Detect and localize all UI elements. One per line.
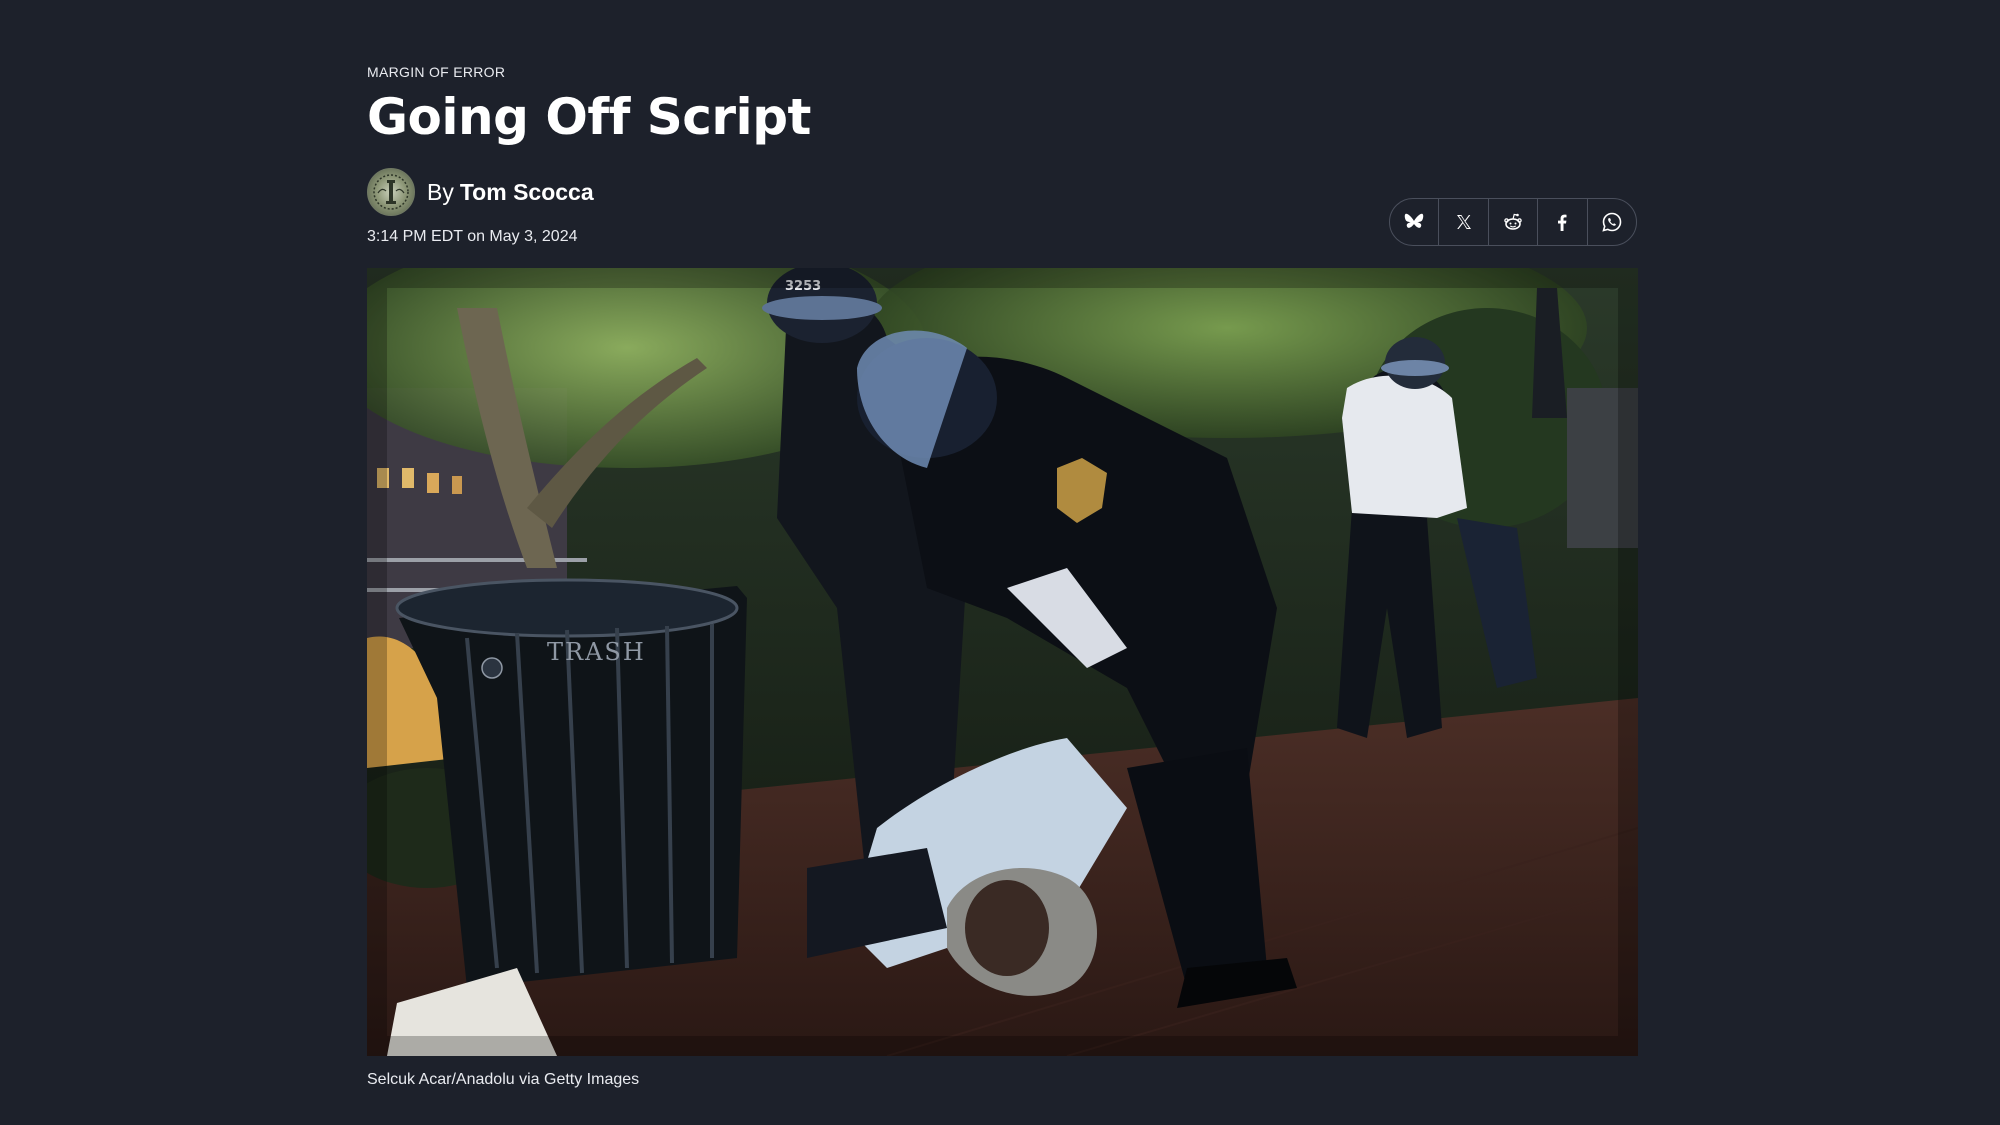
share-facebook-button[interactable] xyxy=(1538,199,1588,245)
author-link[interactable]: Tom Scocca xyxy=(460,179,594,205)
photo-caption: Selcuk Acar/Anadolu via Getty Images xyxy=(367,1071,640,1088)
publish-timestamp: 3:14 PM EDT on May 3, 2024 xyxy=(367,228,578,245)
share-x-button[interactable] xyxy=(1439,199,1489,245)
facebook-icon xyxy=(1558,214,1567,231)
hero-photo[interactable]: TRASH 3253 xyxy=(367,268,1638,1056)
byline-prefix: By xyxy=(427,178,454,205)
reddit-icon xyxy=(1504,213,1522,230)
author-avatar[interactable] xyxy=(367,168,415,216)
byline-text: By Tom Scocca xyxy=(427,179,594,206)
butterfly-icon xyxy=(1404,213,1424,228)
author-logo-icon xyxy=(373,174,409,210)
share-bar xyxy=(1389,198,1637,246)
trash-label: TRASH xyxy=(547,638,646,666)
article: MARGIN OF ERROR Going Off Script By Tom S… xyxy=(367,0,1638,1125)
article-title: Going Off Script xyxy=(367,88,811,146)
x-logo-icon xyxy=(1456,215,1471,229)
whatsapp-icon xyxy=(1602,212,1622,232)
share-bluesky-button[interactable] xyxy=(1390,199,1440,245)
byline: By Tom Scocca xyxy=(367,168,594,216)
section-kicker[interactable]: MARGIN OF ERROR xyxy=(367,64,505,80)
share-reddit-button[interactable] xyxy=(1489,199,1539,245)
share-whatsapp-button[interactable] xyxy=(1588,199,1636,245)
protest-arrest-photo: TRASH 3253 xyxy=(367,268,1638,1056)
